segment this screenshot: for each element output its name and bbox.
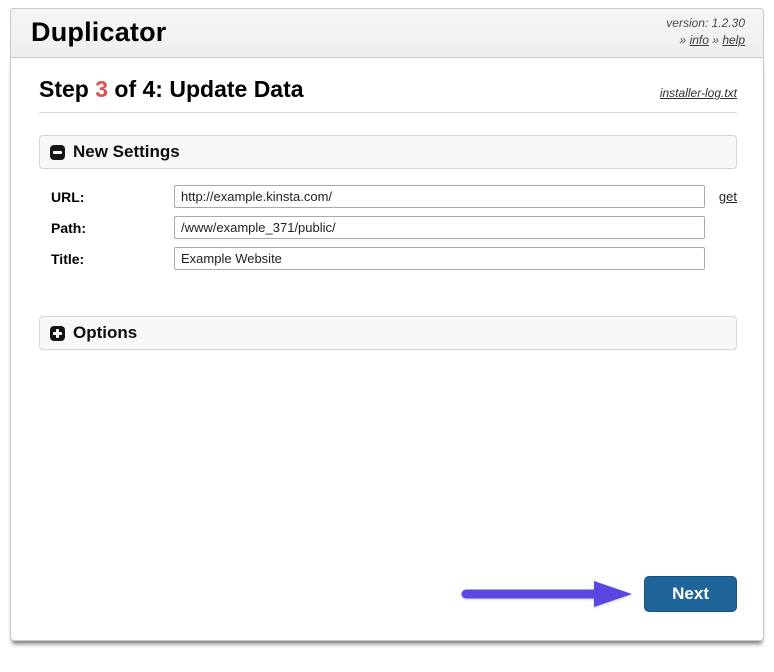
field-row-path: Path: bbox=[51, 216, 737, 239]
step-number: 3 bbox=[95, 76, 108, 102]
minus-square-icon bbox=[50, 145, 65, 160]
step-header: Step 3 of 4: Update Data installer-log.t… bbox=[39, 76, 737, 113]
version-info: version: 1.2.30 » info » help bbox=[666, 15, 745, 50]
app-header: Duplicator version: 1.2.30 » info » help bbox=[10, 8, 764, 58]
field-row-title: Title: bbox=[51, 247, 737, 270]
new-settings-fields: URL: get Path: Title: bbox=[51, 185, 737, 278]
url-label: URL: bbox=[51, 189, 174, 205]
title-input[interactable] bbox=[174, 247, 705, 270]
section-header-new-settings[interactable]: New Settings bbox=[39, 135, 737, 169]
header-links: » info » help bbox=[666, 32, 745, 49]
url-action: get bbox=[705, 189, 737, 204]
info-link[interactable]: info bbox=[690, 33, 709, 47]
page-title: Step 3 of 4: Update Data bbox=[39, 76, 304, 103]
path-input[interactable] bbox=[174, 216, 705, 239]
field-row-url: URL: get bbox=[51, 185, 737, 208]
pointer-arrow-icon bbox=[454, 579, 636, 609]
title-label: Title: bbox=[51, 251, 174, 267]
footer-actions: Next bbox=[39, 576, 737, 614]
get-link[interactable]: get bbox=[719, 189, 737, 204]
plus-square-icon bbox=[50, 326, 65, 341]
link-separator: » bbox=[680, 33, 687, 47]
section-title: New Settings bbox=[73, 142, 180, 162]
step-prefix: Step bbox=[39, 76, 95, 102]
next-button[interactable]: Next bbox=[644, 576, 737, 612]
version-label: version: 1.2.30 bbox=[666, 15, 745, 32]
content-panel: Step 3 of 4: Update Data installer-log.t… bbox=[10, 58, 764, 641]
app-title: Duplicator bbox=[31, 17, 167, 48]
help-link[interactable]: help bbox=[722, 33, 745, 47]
section-header-options[interactable]: Options bbox=[39, 316, 737, 350]
step-suffix: of 4: Update Data bbox=[108, 76, 304, 102]
link-separator: » bbox=[712, 33, 719, 47]
url-input[interactable] bbox=[174, 185, 705, 208]
section-title: Options bbox=[73, 323, 137, 343]
installer-log-link[interactable]: installer-log.txt bbox=[660, 86, 737, 100]
installer-window: Duplicator version: 1.2.30 » info » help… bbox=[10, 8, 764, 641]
path-label: Path: bbox=[51, 220, 174, 236]
